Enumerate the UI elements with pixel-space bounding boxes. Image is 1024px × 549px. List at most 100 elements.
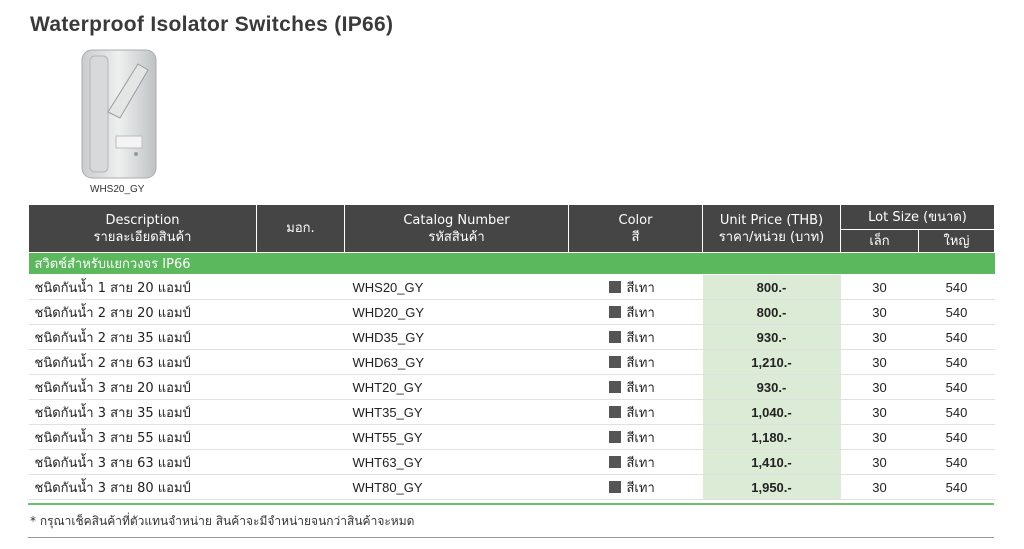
footnote: * กรุณาเช็คสินค้าที่ตัวแทนจำหน่าย สินค้า…	[30, 514, 415, 528]
row-catalog-number: WHT20_GY	[344, 374, 569, 400]
row-tis	[256, 349, 345, 375]
row-lot-large: 540	[918, 349, 995, 375]
row-color: สีเทา	[568, 274, 703, 300]
row-catalog-number: WHD20_GY	[344, 299, 569, 325]
row-color: สีเทา	[568, 374, 703, 400]
row-color: สีเทา	[568, 399, 703, 425]
col-color: Color สี	[568, 204, 703, 253]
gray-square-swatch	[608, 305, 621, 318]
row-description: ชนิดกันน้ำ 1 สาย 20 แอมป์	[28, 274, 257, 300]
color-label: สีเทา	[626, 380, 655, 396]
row-description: ชนิดกันน้ำ 3 สาย 35 แอมป์	[28, 399, 257, 425]
row-catalog-number: WHD63_GY	[344, 349, 569, 375]
row-tis	[256, 324, 345, 350]
row-unit-price: 1,180.-	[702, 424, 841, 450]
color-label: สีเทา	[626, 280, 655, 296]
row-lot-large: 540	[918, 299, 995, 325]
row-lot-small: 30	[840, 474, 919, 500]
table-row: ชนิดกันน้ำ 3 สาย 20 แอมป์ WHT20_GY สีเทา 93…	[28, 374, 995, 400]
color-label: สีเทา	[626, 430, 655, 446]
row-lot-large: 540	[918, 449, 995, 475]
table-row: ชนิดกันน้ำ 3 สาย 35 แอมป์ WHT35_GY สีเทา 1,…	[28, 399, 995, 425]
row-catalog-number: WHD35_GY	[344, 324, 569, 350]
price-table: Description รายละเอียดสินค้า มอก. Catalog…	[28, 204, 995, 500]
row-description: ชนิดกันน้ำ 3 สาย 63 แอมป์	[28, 449, 257, 475]
color-label: สีเทา	[626, 305, 655, 321]
col-tis: มอก.	[256, 204, 345, 253]
table-row: ชนิดกันน้ำ 2 สาย 63 แอมป์ WHD63_GY สีเทา 1,…	[28, 349, 995, 375]
row-catalog-number: WHT35_GY	[344, 399, 569, 425]
row-description: ชนิดกันน้ำ 3 สาย 55 แอมป์	[28, 424, 257, 450]
row-color: สีเทา	[568, 449, 703, 475]
row-lot-small: 30	[840, 274, 919, 300]
row-tis	[256, 474, 345, 500]
row-lot-large: 540	[918, 274, 995, 300]
row-unit-price: 1,210.-	[702, 349, 841, 375]
row-catalog-number: WHT80_GY	[344, 474, 569, 500]
row-color: สีเทา	[568, 474, 703, 500]
row-tis	[256, 274, 345, 300]
table-row: ชนิดกันน้ำ 3 สาย 55 แอมป์ WHT55_GY สีเทา 1,…	[28, 424, 995, 450]
gray-square-swatch	[608, 430, 621, 443]
row-lot-large: 540	[918, 424, 995, 450]
row-color: สีเทา	[568, 324, 703, 350]
row-color: สีเทา	[568, 299, 703, 325]
row-unit-price: 1,950.-	[702, 474, 841, 500]
row-lot-large: 540	[918, 374, 995, 400]
row-unit-price: 930.-	[702, 374, 841, 400]
page-divider	[28, 537, 994, 538]
gray-square-swatch	[608, 480, 621, 493]
row-catalog-number: WHS20_GY	[344, 274, 569, 300]
row-lot-small: 30	[840, 449, 919, 475]
color-label: สีเทา	[626, 480, 655, 496]
col-price: Unit Price (THB) ราคา/หน่วย (บาท)	[702, 204, 841, 253]
header-row: Description รายละเอียดสินค้า มอก. Catalog…	[28, 204, 995, 253]
row-lot-small: 30	[840, 299, 919, 325]
row-unit-price: 1,040.-	[702, 399, 841, 425]
table-row: ชนิดกันน้ำ 2 สาย 20 แอมป์ WHD20_GY สีเทา 80…	[28, 299, 995, 325]
row-color: สีเทา	[568, 424, 703, 450]
row-tis	[256, 424, 345, 450]
color-label: สีเทา	[626, 405, 655, 421]
row-description: ชนิดกันน้ำ 3 สาย 20 แอมป์	[28, 374, 257, 400]
group-label: สวิตช์สำหรับแยกวงจร IP66	[28, 252, 995, 275]
col-lot-size: Lot Size (ขนาด)	[840, 204, 995, 230]
gray-square-swatch	[608, 355, 621, 368]
row-description: ชนิดกันน้ำ 2 สาย 20 แอมป์	[28, 299, 257, 325]
photo-caption: WHS20_GY	[90, 184, 145, 195]
row-catalog-number: WHT55_GY	[344, 424, 569, 450]
row-lot-small: 30	[840, 399, 919, 425]
table-row: ชนิดกันน้ำ 3 สาย 63 แอมป์ WHT63_GY สีเทา 1,…	[28, 449, 995, 475]
table-row: ชนิดกันน้ำ 2 สาย 35 แอมป์ WHD35_GY สีเทา 93…	[28, 324, 995, 350]
row-lot-small: 30	[840, 349, 919, 375]
row-unit-price: 1,410.-	[702, 449, 841, 475]
table-bottom-rule	[28, 503, 994, 505]
row-color: สีเทา	[568, 349, 703, 375]
row-lot-large: 540	[918, 474, 995, 500]
row-lot-large: 540	[918, 324, 995, 350]
row-lot-small: 30	[840, 374, 919, 400]
color-label: สีเทา	[626, 355, 655, 371]
row-tis	[256, 374, 345, 400]
isolator-switch-photo	[81, 49, 157, 179]
color-label: สีเทา	[626, 330, 655, 346]
table-row: ชนิดกันน้ำ 1 สาย 20 แอมป์ WHS20_GY สีเทา 80…	[28, 274, 995, 300]
gray-square-swatch	[608, 455, 621, 468]
gray-square-swatch	[608, 405, 621, 418]
col-lot-small: เล็ก	[840, 229, 919, 253]
page-title: Waterproof Isolator Switches (IP66)	[30, 13, 394, 36]
table-row: ชนิดกันน้ำ 3 สาย 80 แอมป์ WHT80_GY สีเทา 1,…	[28, 474, 995, 500]
row-tis	[256, 299, 345, 325]
color-label: สีเทา	[626, 455, 655, 471]
row-lot-small: 30	[840, 424, 919, 450]
row-unit-price: 800.-	[702, 274, 841, 300]
gray-square-swatch	[608, 280, 621, 293]
row-tis	[256, 449, 345, 475]
row-description: ชนิดกันน้ำ 3 สาย 80 แอมป์	[28, 474, 257, 500]
col-catalog: Catalog Number รหัสสินค้า	[344, 204, 569, 253]
row-catalog-number: WHT63_GY	[344, 449, 569, 475]
col-description: Description รายละเอียดสินค้า	[28, 204, 257, 253]
row-lot-small: 30	[840, 324, 919, 350]
col-lot-large: ใหญ่	[918, 229, 995, 253]
row-lot-large: 540	[918, 399, 995, 425]
